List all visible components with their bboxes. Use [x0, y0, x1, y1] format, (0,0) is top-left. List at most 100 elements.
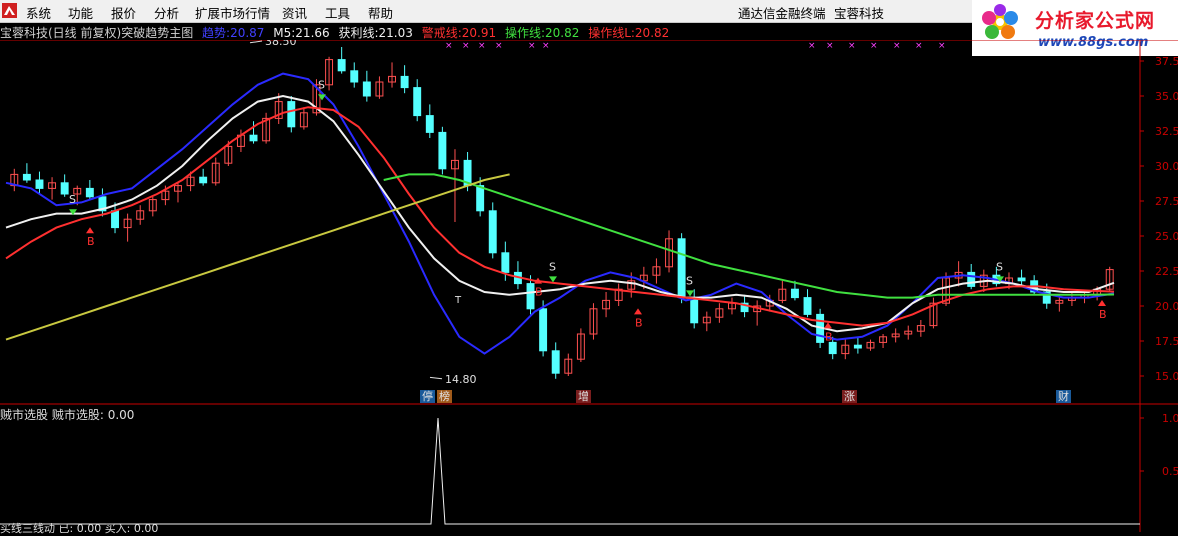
signal-dot-mark: × — [938, 41, 946, 51]
candle-down — [476, 185, 485, 212]
candle-down — [35, 179, 44, 189]
price-tick-label: 20.0 — [1155, 300, 1178, 313]
sell-signal-mark: S — [996, 260, 1003, 273]
sub-series-line — [0, 417, 1140, 525]
sub-tick-label: 1.0 — [1162, 412, 1178, 425]
warn-label: 警戒线: — [421, 26, 462, 40]
signal-dot-mark: × — [870, 41, 878, 51]
buy-arrow-icon — [824, 322, 832, 329]
candle-down — [85, 187, 94, 198]
price-tick-label: 22.5 — [1155, 265, 1178, 278]
t-signal-mark: T — [454, 295, 462, 306]
buy-signal-mark: B — [87, 235, 95, 248]
buy-signal-mark: B — [635, 316, 643, 329]
sub-panel-title: 贼市选股 贼市选股: 0.00 — [0, 406, 134, 423]
event-tag-finance[interactable]: 财 — [1056, 390, 1071, 403]
bottom-indicator-line: 买线三线动 已: 0.00 买入: 0.00 — [0, 522, 159, 535]
price-tick-label: 25.0 — [1155, 230, 1178, 243]
candle-down — [400, 75, 409, 89]
candle-down — [438, 131, 447, 170]
candle-down — [22, 173, 31, 181]
warn-value: 20.91 — [461, 26, 497, 40]
sell-signal-mark: S — [686, 274, 693, 287]
opl-label: 操作线L: — [588, 26, 635, 40]
menu-help[interactable]: 帮助 — [368, 3, 393, 22]
price-tick-label: 35.0 — [1155, 90, 1178, 103]
signal-dot-mark: × — [478, 41, 486, 51]
signal-dot-mark: × — [542, 41, 550, 51]
trend-value: 20.87 — [230, 26, 265, 40]
candle-down — [362, 81, 371, 97]
candle-down — [803, 297, 812, 315]
sell-signal-mark: S — [69, 193, 76, 206]
event-tag-halt[interactable]: 停 — [420, 390, 435, 403]
menu-analysis[interactable]: 分析 — [154, 3, 179, 22]
profit-label: 获利线: — [338, 26, 379, 40]
price-chart[interactable]: 37.5 35.0 32.5 30.0 27.5 25.0 22.5 20.0 17.5 15.0… — [0, 40, 1178, 532]
logo-title: 分析家公式网 — [1035, 10, 1156, 32]
buy-signal-mark: B — [1099, 308, 1107, 321]
candle-down — [287, 101, 296, 128]
menu-tools[interactable]: 工具 — [325, 3, 350, 22]
menu-extended-market[interactable]: 扩展市场行情 — [195, 3, 270, 22]
price-tick-label: 17.5 — [1155, 335, 1178, 348]
sell-signal-mark: S — [549, 260, 556, 273]
m5-value: 21.66 — [295, 26, 330, 40]
price-tick-label: 15.0 — [1155, 370, 1178, 383]
profit-value: 21.03 — [378, 26, 413, 40]
candle-down — [350, 70, 359, 83]
event-tag-increase[interactable]: 增 — [576, 390, 591, 403]
high-price-pointer — [249, 40, 263, 44]
buy-arrow-icon — [634, 308, 642, 315]
price-tick-label: 30.0 — [1155, 160, 1178, 173]
stock-name-label: 宝蓉科技 — [834, 6, 885, 21]
formula-name: 突破趋势主图 — [121, 26, 194, 40]
menu-system[interactable]: 系统 — [26, 3, 51, 22]
signal-dot-mark: × — [915, 41, 923, 51]
candle-down — [337, 59, 346, 72]
app-logo-icon[interactable] — [2, 3, 17, 18]
candle-down — [488, 210, 497, 254]
candle-down — [690, 297, 699, 324]
candle-down — [1017, 277, 1026, 282]
buy-arrow-icon — [1098, 300, 1106, 306]
candle-down — [111, 210, 119, 229]
sell-arrow-icon — [686, 290, 694, 297]
menu-function[interactable]: 功能 — [68, 3, 93, 22]
buy-arrow-icon — [86, 227, 94, 234]
trend-label: 趋势: — [202, 26, 231, 40]
price-tick-label: 27.5 — [1155, 195, 1178, 208]
event-tag-list[interactable]: 榜 — [437, 390, 452, 403]
price-tick-label: 32.5 — [1155, 125, 1178, 138]
candle-down — [199, 176, 208, 184]
candle-down — [790, 288, 799, 299]
op-value: 20.82 — [545, 26, 580, 40]
signal-dot-mark: × — [826, 41, 834, 51]
candle-down — [501, 252, 510, 273]
buy-signal-mark: B — [535, 286, 543, 299]
sell-arrow-icon — [549, 276, 557, 283]
sub-panel-name: 贼市选股 — [0, 408, 49, 422]
candle-down — [539, 308, 548, 352]
terminal-name: 通达信金融终端 — [738, 6, 826, 21]
profit-line — [5, 106, 1115, 327]
signal-dot-mark: × — [495, 41, 503, 51]
candle-down — [677, 238, 686, 299]
sell-arrow-icon — [318, 94, 326, 101]
candle-down — [413, 87, 422, 117]
candle-down — [551, 350, 560, 374]
candle-down — [853, 344, 862, 349]
candle-down — [60, 182, 69, 195]
menu-quote[interactable]: 报价 — [111, 3, 136, 22]
signal-dot-mark: × — [808, 41, 816, 51]
low-price-pointer — [429, 376, 443, 380]
signal-dot-mark: × — [848, 41, 856, 51]
price-tick-label: 37.5 — [1155, 55, 1178, 68]
menu-news[interactable]: 资讯 — [282, 3, 307, 22]
sub-panel-value: 0.00 — [107, 408, 135, 422]
event-tag-rise[interactable]: 涨 — [842, 390, 857, 403]
candle-down — [425, 115, 434, 133]
candle-down — [828, 341, 837, 355]
candle-down — [967, 271, 976, 287]
sub-panel-value-label: 贼市选股: — [51, 408, 104, 422]
